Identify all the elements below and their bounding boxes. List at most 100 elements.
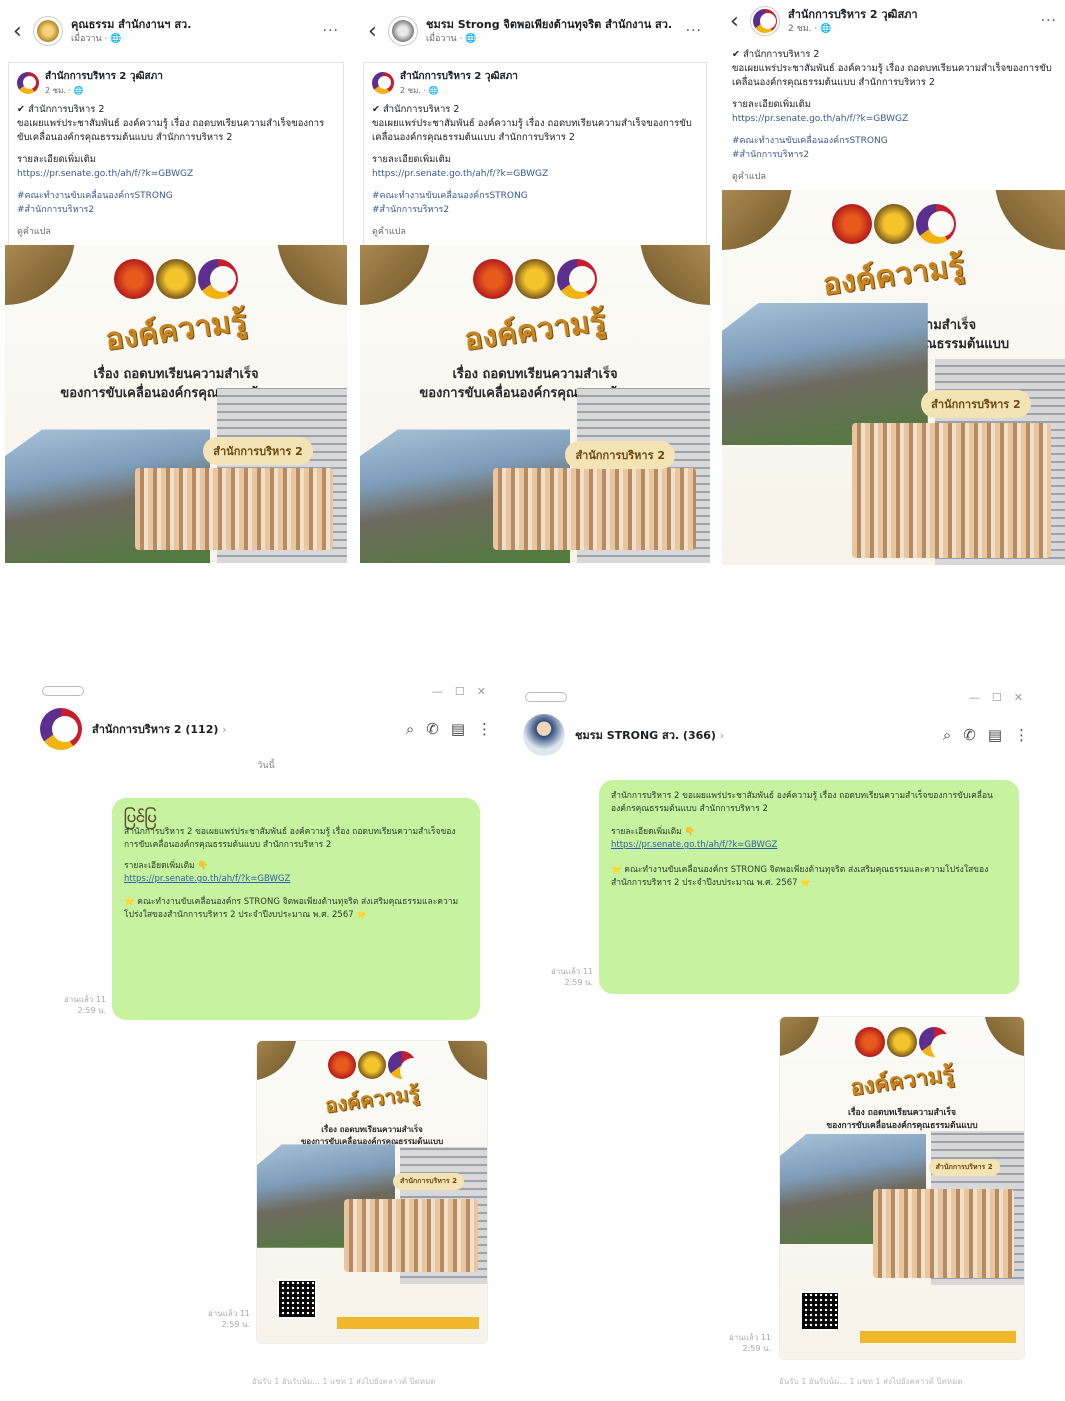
message-link[interactable]: https://pr.senate.go.th/ah/f/?k=GBWGZ — [611, 839, 1007, 852]
group-avatar[interactable] — [523, 714, 565, 756]
notes-icon[interactable]: ▤ — [988, 726, 1002, 744]
minimize-button[interactable]: — — [432, 685, 443, 698]
post-link[interactable]: https://pr.senate.go.th/ah/f/?k=GBWGZ — [732, 112, 1055, 126]
read-timestamp: อ่านแล้ว 11 2:59 น. — [63, 995, 106, 1015]
org-logos — [114, 259, 238, 299]
chat-title[interactable]: สำนักการบริหาร 2 (112) › — [92, 720, 406, 738]
line-chat-window-1: — ☐ ✕ สำนักการบริหาร 2 (112) › ⌕ ✆ ▤ ⋮ ว… — [32, 678, 500, 1394]
facebook-post-panel-1: ‹ คุณธรรม สำนักงานฯ สว. เมื่อวาน · 🌐 ···… — [5, 0, 347, 648]
kebab-menu-icon[interactable]: ⋮ — [477, 720, 492, 738]
detail-label: รายละเอียดเพิ่มเติม 👇 — [124, 861, 209, 871]
maximize-button[interactable]: ☐ — [992, 691, 1002, 704]
post-author[interactable]: สำนักการบริหาร 2 วุฒิสภา — [45, 69, 163, 84]
post-line-2: ขอเผยแพร่ประชาสัมพันธ์ องค์ความรู้ เรื่อ… — [372, 118, 692, 143]
image-message[interactable]: องค์ความรู้ เรื่อง ถอดบทเรียนความสำเร็จ … — [779, 1016, 1025, 1360]
knowledge-poster-image[interactable]: องค์ความรู้ เรื่อง ถอดบทเรียนความสำเร็จ … — [5, 245, 347, 563]
post-line-2: ขอเผยแพร่ประชาสัมพันธ์ องค์ความรู้ เรื่อ… — [17, 118, 325, 143]
post-line-2: ขอเผยแพร่ประชาสัมพันธ์ องค์ความรู้ เรื่อ… — [732, 63, 1052, 88]
fb-top-bar: ‹ ชมรม Strong จิตพอเพียงต้านทุจริต สำนัก… — [360, 0, 710, 62]
chevron-left-icon[interactable]: ‹ — [730, 9, 750, 34]
org-logos — [473, 259, 597, 299]
see-translation[interactable]: ดูคำแปล — [372, 225, 698, 239]
message-bubble[interactable]: ပြင်ပြ สำนักการบริหาร 2 ขอเผยแพร่ประชาสั… — [112, 798, 480, 1020]
see-translation[interactable]: ดูคำแปล — [732, 170, 1055, 184]
image-message[interactable]: องค์ความรู้ เรื่อง ถอดบทเรียนความสำเร็จ … — [256, 1040, 488, 1344]
hashtag-1[interactable]: #คณะทำงานขับเคลื่อนองค์กรSTRONG — [732, 134, 1055, 148]
facebook-post-panel-3: ‹ สำนักการบริหาร 2 วุฒิสภา 2 ชม. · 🌐 ···… — [722, 0, 1065, 645]
search-icon[interactable]: ⌕ — [406, 720, 414, 738]
fb-top-bar: ‹ สำนักการบริหาร 2 วุฒิสภา 2 ชม. · 🌐 ··· — [722, 0, 1065, 42]
read-timestamp: อ่านแล้ว 11 2:59 น. — [728, 1333, 771, 1353]
more-icon[interactable]: ··· — [686, 23, 702, 39]
poster-badge: สำนักการบริหาร 2 — [565, 441, 675, 469]
post-line-1: ✔ สำนักการบริหาร 2 — [372, 104, 460, 115]
message-note: ⭐ คณะทำงานขับเคลื่อนองค์กร STRONG จิตพอเ… — [611, 865, 989, 888]
close-button[interactable]: ✕ — [477, 685, 486, 698]
chat-footer: อันรับ 1 อันรับน้ม... 1 แชท 1 ส่งไปยังคล… — [252, 1377, 436, 1386]
page-name[interactable]: สำนักการบริหาร 2 วุฒิสภา — [788, 8, 1041, 21]
read-timestamp: อ่านแล้ว 11 2:59 น. — [207, 1309, 250, 1329]
page-avatar[interactable] — [750, 6, 780, 36]
detail-label: รายละเอียดเพิ่มเติม — [372, 154, 452, 165]
hashtag-2[interactable]: #สำนักการบริหาร2 — [372, 203, 698, 217]
author-avatar[interactable] — [372, 72, 394, 94]
close-button[interactable]: ✕ — [1014, 691, 1023, 704]
notes-icon[interactable]: ▤ — [451, 720, 465, 738]
kebab-menu-icon[interactable]: ⋮ — [1014, 726, 1029, 744]
page-name[interactable]: ชมรม Strong จิตพอเพียงต้านทุจริต สำนักงา… — [426, 18, 686, 31]
post-line-1: ✔ สำนักการบริหาร 2 — [17, 104, 105, 115]
knowledge-poster-image: องค์ความรู้ เรื่อง ถอดบทเรียนความสำเร็จ … — [257, 1041, 487, 1343]
page-avatar[interactable] — [33, 16, 63, 46]
message-link[interactable]: https://pr.senate.go.th/ah/f/?k=GBWGZ — [124, 873, 468, 886]
more-icon[interactable]: ··· — [323, 23, 339, 39]
post-link[interactable]: https://pr.senate.go.th/ah/f/?k=GBWGZ — [372, 167, 698, 181]
chat-title[interactable]: ชมรม STRONG สว. (366) › — [575, 726, 943, 744]
message-text: สำนักการบริหาร 2 ขอเผยแพร่ประชาสัมพันธ์ … — [124, 827, 456, 850]
chat-footer: อันรับ 1 อันรับน้ม... 1 แชท 1 ส่งไปยังคล… — [779, 1377, 963, 1386]
chat-header: ชมรม STRONG สว. (366) › ⌕ ✆ ▤ ⋮ — [515, 710, 1037, 760]
group-avatar[interactable] — [40, 708, 82, 750]
minimize-button[interactable]: — — [969, 691, 980, 704]
knowledge-poster-image[interactable]: องค์ความรู้ เรื่อง ถอดบทเรียนความสำเร็จ … — [722, 190, 1065, 565]
page-meta: เมื่อวาน · 🌐 — [426, 33, 477, 44]
page-name[interactable]: คุณธรรม สำนักงานฯ สว. — [71, 18, 323, 31]
phone-icon[interactable]: ✆ — [426, 720, 439, 738]
post-author[interactable]: สำนักการบริหาร 2 วุฒิสภา — [400, 69, 518, 84]
phone-icon[interactable]: ✆ — [963, 726, 976, 744]
poster-badge: สำนักการบริหาร 2 — [921, 390, 1031, 418]
see-translation[interactable]: ดูคำแปล — [17, 225, 335, 239]
hashtag-1[interactable]: #คณะทำงานขับเคลื่อนองค์กรSTRONG — [372, 189, 698, 203]
hashtag-2[interactable]: #สำนักการบริหาร2 — [17, 203, 335, 217]
post-meta: 2 ชม. · 🌐 — [45, 86, 84, 95]
emoji-sticker: ပြင်ပြ — [124, 807, 157, 826]
search-icon[interactable]: ⌕ — [943, 726, 951, 744]
detail-label: รายละเอียดเพิ่มเติม — [732, 99, 812, 110]
org-logos — [831, 204, 956, 244]
hashtag-2[interactable]: #สำนักการบริหาร2 — [732, 148, 1055, 162]
chevron-left-icon[interactable]: ‹ — [368, 19, 388, 44]
poster-subtitle-1: เรื่อง ถอดบทเรียนความสำเร็จ — [93, 367, 259, 382]
pin-icon[interactable] — [525, 692, 567, 702]
poster-badge: สำนักการบริหาร 2 — [393, 1173, 464, 1190]
maximize-button[interactable]: ☐ — [455, 685, 465, 698]
detail-label: รายละเอียดเพิ่มเติม — [17, 154, 97, 165]
poster-badge: สำนักการบริหาร 2 — [203, 437, 313, 465]
post-line-1: ✔ สำนักการบริหาร 2 — [732, 49, 820, 60]
knowledge-poster-image: องค์ความรู้ เรื่อง ถอดบทเรียนความสำเร็จ … — [780, 1017, 1024, 1359]
pin-icon[interactable] — [42, 686, 84, 696]
poster-subtitle-1: เรื่อง ถอดบทเรียนความสำเร็จ — [452, 367, 618, 382]
date-divider: วันนี้ — [257, 761, 275, 771]
hashtag-1[interactable]: #คณะทำงานขับเคลื่อนองค์กรSTRONG — [17, 189, 335, 203]
shared-post-card: สำนักการบริหาร 2 วุฒิสภา 2 ชม. · 🌐 ✔ สำน… — [8, 62, 344, 245]
post-link[interactable]: https://pr.senate.go.th/ah/f/?k=GBWGZ — [17, 167, 335, 181]
knowledge-poster-image[interactable]: องค์ความรู้ เรื่อง ถอดบทเรียนความสำเร็จ … — [360, 245, 710, 563]
more-icon[interactable]: ··· — [1041, 13, 1057, 29]
line-chat-window-2: — ☐ ✕ ชมรม STRONG สว. (366) › ⌕ ✆ ▤ ⋮ สำ… — [515, 684, 1037, 1394]
shared-post-card: สำนักการบริหาร 2 วุฒิสภา 2 ชม. · 🌐 ✔ สำน… — [363, 62, 707, 245]
message-bubble[interactable]: สำนักการบริหาร 2 ขอเผยแพร่ประชาสัมพันธ์ … — [599, 780, 1019, 994]
qr-code — [277, 1279, 317, 1319]
post-body: ✔ สำนักการบริหาร 2 ขอเผยแพร่ประชาสัมพันธ… — [722, 42, 1065, 190]
page-avatar[interactable] — [388, 16, 418, 46]
chevron-left-icon[interactable]: ‹ — [13, 19, 33, 44]
author-avatar[interactable] — [17, 72, 39, 94]
